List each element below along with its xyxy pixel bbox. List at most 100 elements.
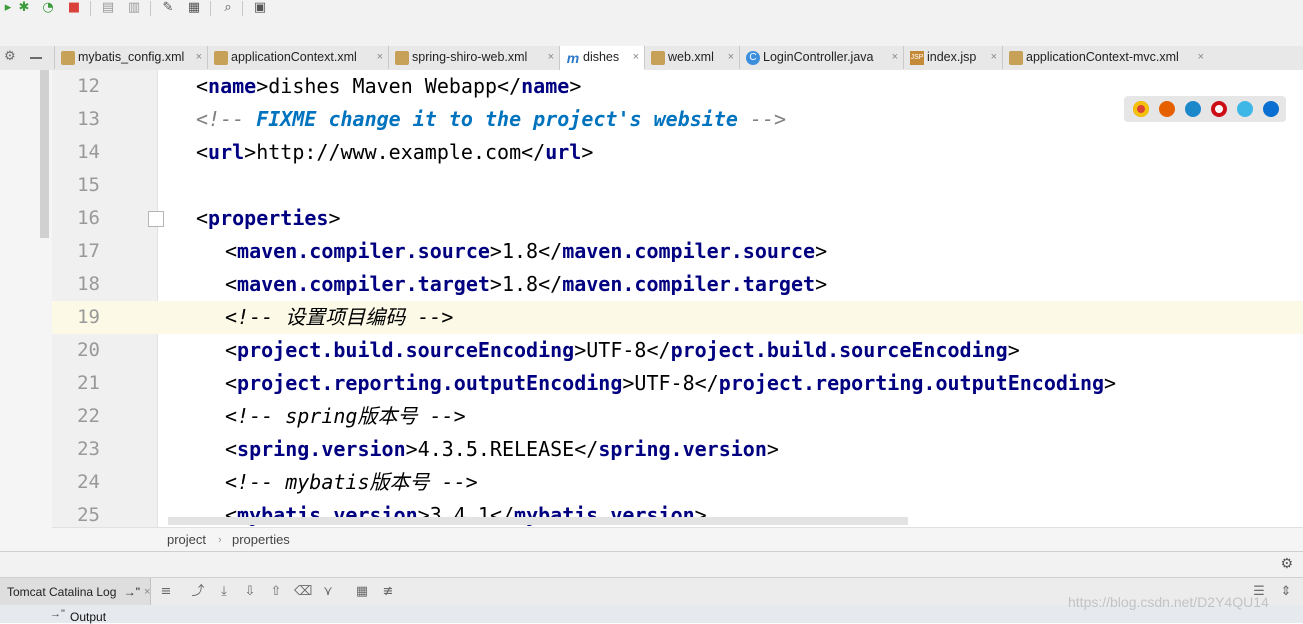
code-line[interactable]: 18 <maven.compiler.target>1.8</maven.com…	[52, 268, 1303, 301]
scroll-to-end-icon[interactable]: ⤓	[216, 584, 232, 600]
main-toolbar: ▸ ✱ ◔ ■ ▤ ▥ ✎ ▦ ⌕ ▣	[0, 0, 1303, 18]
tab-application-context[interactable]: applicationContext.xml ×	[207, 46, 388, 69]
scroll-up-icon[interactable]: ⤴	[190, 584, 206, 600]
download-icon[interactable]: ⇩	[242, 584, 258, 600]
breadcrumb-item-properties[interactable]: properties	[232, 528, 290, 552]
fold-marker-icon[interactable]	[148, 211, 164, 227]
toolbar-divider	[150, 1, 151, 16]
close-icon[interactable]: ×	[1198, 46, 1204, 69]
code-line[interactable]: 17 <maven.compiler.source>1.8</maven.com…	[52, 235, 1303, 268]
code-text: <spring.version>4.3.5.RELEASE</spring.ve…	[225, 437, 779, 461]
close-icon[interactable]: ×	[144, 578, 150, 606]
line-number: 13	[77, 108, 100, 130]
close-icon[interactable]: ×	[991, 46, 997, 69]
browser-preview-popup	[1124, 96, 1286, 122]
code-text: <project.build.sourceEncoding>UTF-8</pro…	[225, 338, 1020, 362]
debug-icon[interactable]: ✱	[16, 0, 32, 16]
line-number: 21	[77, 372, 100, 394]
code-line[interactable]: 12 <name>dishes Maven Webapp</name>	[52, 70, 1303, 103]
opera-icon[interactable]	[1211, 101, 1227, 117]
code-line[interactable]: 16 <properties>	[52, 202, 1303, 235]
tool-window-header: ⚙	[0, 551, 1303, 578]
search-icon[interactable]: ⌕	[220, 0, 236, 16]
current-code-line[interactable]: 19 <!-- 设置项目编码 -->	[52, 301, 1303, 334]
upload-icon[interactable]: ⇧	[268, 584, 284, 600]
line-number: 14	[77, 141, 100, 163]
breadcrumb-item-project[interactable]: project	[167, 528, 206, 552]
code-text: <maven.compiler.source>1.8</maven.compil…	[225, 239, 828, 263]
vcs-icon[interactable]: ▣	[252, 0, 268, 16]
line-number: 12	[77, 75, 100, 97]
project-structure-icon[interactable]: ▥	[126, 0, 142, 16]
code-line[interactable]: 23 <spring.version>4.3.5.RELEASE</spring…	[52, 433, 1303, 466]
clear-all-icon[interactable]: ⌫	[294, 584, 312, 600]
safari-icon[interactable]	[1185, 101, 1201, 117]
tab-label: mybatis_config.xml	[78, 50, 185, 64]
settings-wrench-icon[interactable]: ✎	[160, 0, 176, 16]
code-line[interactable]: 14 <url>http://www.example.com</url>	[52, 136, 1303, 169]
xml-file-icon	[61, 50, 75, 65]
code-line[interactable]: 20 <project.build.sourceEncoding>UTF-8</…	[52, 334, 1303, 367]
gear-icon[interactable]: ⚙	[4, 49, 16, 64]
xml-file-icon	[651, 50, 665, 65]
code-editor[interactable]: 12 <name>dishes Maven Webapp</name> 13 <…	[52, 70, 1303, 527]
tab-web-xml[interactable]: web.xml ×	[644, 46, 739, 69]
code-line[interactable]: 21 <project.reporting.outputEncoding>UTF…	[52, 367, 1303, 400]
code-line[interactable]: 15	[52, 169, 1303, 202]
edge-icon[interactable]	[1263, 101, 1279, 117]
line-number: 24	[77, 471, 100, 493]
watermark: https://blog.csdn.net/D2Y4QU14	[1068, 594, 1269, 610]
navigation-bar	[0, 18, 1303, 47]
firefox-icon[interactable]	[1159, 101, 1175, 117]
line-number: 16	[77, 207, 100, 229]
code-line[interactable]: 24 <!-- mybatis版本号 -->	[52, 466, 1303, 499]
tab-spring-shiro-web[interactable]: spring-shiro-web.xml ×	[388, 46, 559, 69]
tab-login-controller[interactable]: C LoginController.java ×	[739, 46, 903, 69]
sdk-icon[interactable]: ▦	[186, 0, 202, 16]
hide-icon[interactable]	[30, 57, 42, 59]
line-number: 15	[77, 174, 100, 196]
close-icon[interactable]: ×	[728, 46, 734, 69]
diff-icon[interactable]: ≢	[380, 584, 396, 600]
coverage-icon[interactable]: ◔	[40, 0, 56, 16]
code-text: <url>http://www.example.com</url>	[196, 140, 594, 164]
scroll-icon[interactable]: ⇕	[1278, 584, 1294, 600]
close-icon[interactable]: ×	[377, 46, 383, 69]
tab-index-jsp[interactable]: JSP index.jsp ×	[903, 46, 1002, 69]
stop-icon[interactable]: ■	[66, 0, 82, 16]
project-panel-strip	[0, 70, 53, 551]
tab-application-context-mvc[interactable]: applicationContext-mvc.xml ×	[1002, 46, 1209, 69]
tab-dishes[interactable]: m dishes ×	[559, 46, 644, 70]
output-arrow-icon: →"	[50, 608, 65, 620]
line-number: 19	[77, 306, 100, 328]
filter-icon[interactable]: ⋎	[320, 584, 336, 600]
tab-mybatis-config[interactable]: mybatis_config.xml ×	[54, 46, 207, 69]
tab-label: index.jsp	[927, 50, 977, 64]
maven-icon: m	[566, 49, 580, 66]
breadcrumb: project › properties	[52, 527, 1303, 552]
output-label[interactable]: Output	[70, 610, 106, 624]
print-icon[interactable]: ▦	[354, 584, 370, 600]
horizontal-scrollbar[interactable]	[168, 517, 908, 525]
soft-wrap-icon[interactable]: ≡	[158, 584, 174, 600]
close-icon[interactable]: ×	[633, 46, 639, 69]
java-class-icon: C	[746, 50, 760, 65]
console-tab-label: Tomcat Catalina Log	[7, 585, 117, 599]
close-icon[interactable]: ×	[548, 46, 554, 69]
ie-icon[interactable]	[1237, 101, 1253, 117]
tab-tomcat-catalina-log[interactable]: Tomcat Catalina Log →" ×	[0, 578, 151, 606]
run-icon[interactable]: ▸	[0, 0, 16, 16]
pin-icon[interactable]: →"	[124, 585, 140, 599]
code-comment: <!-- mybatis版本号 -->	[225, 470, 478, 494]
close-icon[interactable]: ×	[892, 46, 898, 69]
chrome-icon[interactable]	[1133, 101, 1149, 117]
project-panel-scrollbar[interactable]	[40, 70, 49, 238]
tab-label: applicationContext.xml	[231, 50, 357, 64]
code-line[interactable]: 22 <!-- spring版本号 -->	[52, 400, 1303, 433]
gear-icon[interactable]: ⚙	[1280, 556, 1293, 572]
editor-tab-bar: ⚙ mybatis_config.xml × applicationContex…	[0, 46, 1303, 71]
build-icon[interactable]: ▤	[100, 0, 116, 16]
code-line[interactable]: 13 <!-- FIXME change it to the project's…	[52, 103, 1303, 136]
code-text: <maven.compiler.target>1.8</maven.compil…	[225, 272, 828, 296]
close-icon[interactable]: ×	[196, 46, 202, 69]
